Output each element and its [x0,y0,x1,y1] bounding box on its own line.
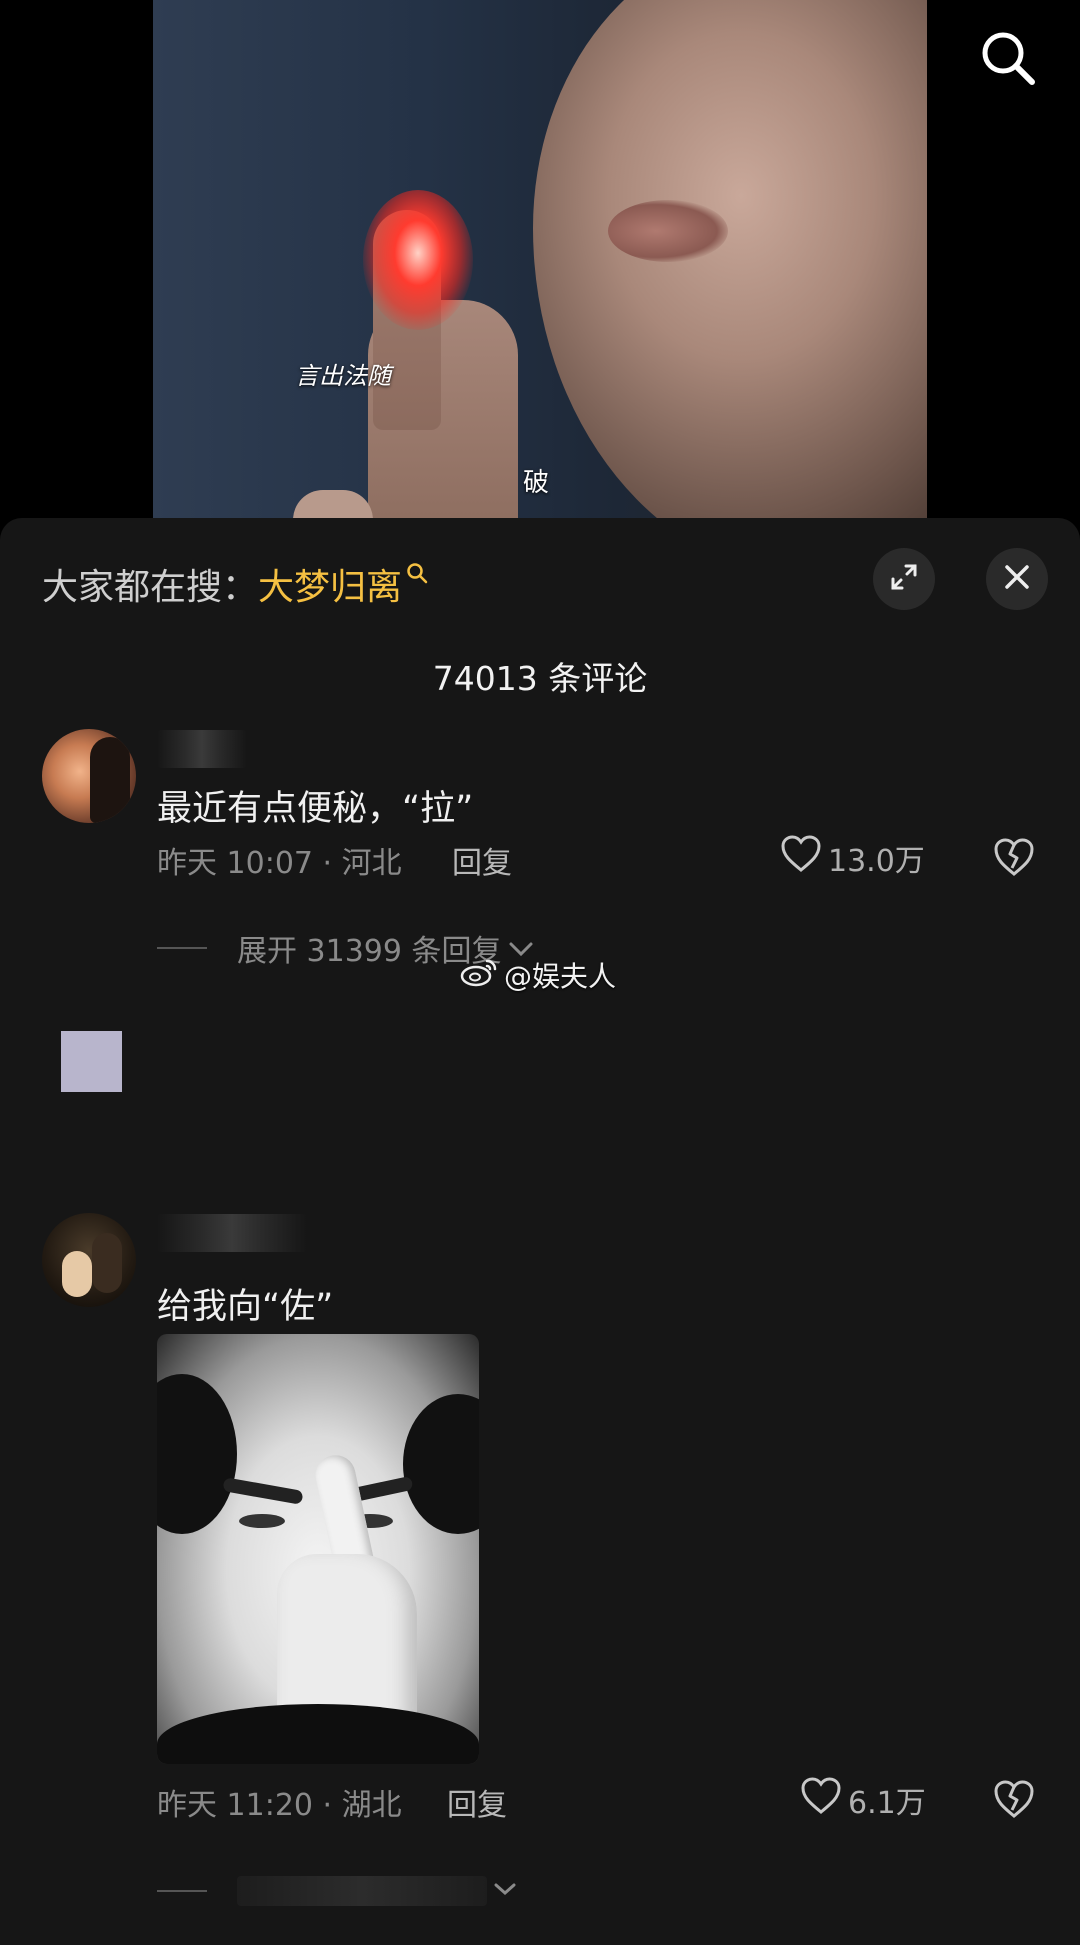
reply-button[interactable]: 回复 [452,838,512,882]
blurred-avatar-placeholder [61,1031,122,1092]
trending-search[interactable]: 大家都在搜： 大梦归离 [42,558,428,610]
meme-shirt [157,1704,479,1764]
weibo-icon [460,957,498,994]
comment-count-title: 74013 条评论 [432,659,648,698]
meme-ear [157,1374,237,1534]
expand-replies[interactable] [157,1876,517,1906]
video-player[interactable]: 言出法随 破 [0,0,1080,518]
like-count: 6.1万 [848,1786,926,1821]
search-icon[interactable] [978,28,1038,88]
chevron-down-icon [493,1881,517,1901]
like-button[interactable]: 13.0万 [780,834,925,882]
comment-meta: 昨天 11:20 · 湖北 [157,1788,402,1823]
meme-image[interactable] [157,1334,479,1764]
comment-sheet: 大家都在搜： 大梦归离 74013 条评论 最近有点便秘，“拉” 昨天 10:0… [0,518,1080,1945]
video-lips [608,200,728,262]
expand-icon [889,562,919,596]
video-frame [153,0,927,518]
dislike-button[interactable] [992,836,1036,880]
like-count: 13.0万 [828,844,925,879]
username-blurred[interactable] [157,730,247,768]
comment-text: 最近有点便秘，“拉” [157,789,474,829]
comment-text: 给我向“佐” [157,1287,334,1327]
comment-meta: 昨天 10:07 · 河北 [157,846,402,881]
avatar-figure [90,737,130,823]
like-button[interactable]: 6.1万 [800,1776,926,1824]
video-glow [363,190,473,330]
meme-brow [222,1477,304,1505]
search-icon [406,561,428,591]
dislike-button[interactable] [992,1778,1036,1822]
trending-keyword[interactable]: 大梦归离 [258,558,402,610]
broken-heart-icon [992,1780,1036,1824]
meme-ear [403,1394,479,1534]
heart-icon [780,834,828,882]
divider [157,947,207,949]
watermark-text: @娱夫人 [504,960,617,993]
expand-replies-label-blurred [237,1876,487,1906]
close-icon [1003,563,1031,595]
trending-prefix: 大家都在搜： [42,567,259,608]
reply-button[interactable]: 回复 [447,1780,507,1824]
watermark: @娱夫人 [460,955,616,995]
video-caption: 言出法随 [295,362,391,390]
meme-eye [239,1514,285,1528]
expand-button[interactable] [873,548,935,610]
avatar-figure [62,1251,92,1297]
avatar[interactable] [42,1213,136,1307]
heart-icon [800,1776,848,1824]
avatar-figure [92,1233,122,1293]
close-button[interactable] [986,548,1048,610]
video-thumb [293,490,373,518]
avatar[interactable] [42,729,136,823]
broken-heart-icon [992,838,1036,882]
video-caption: 破 [523,468,550,498]
username-blurred[interactable] [157,1214,307,1252]
divider [157,1890,207,1892]
video-face [533,0,927,518]
